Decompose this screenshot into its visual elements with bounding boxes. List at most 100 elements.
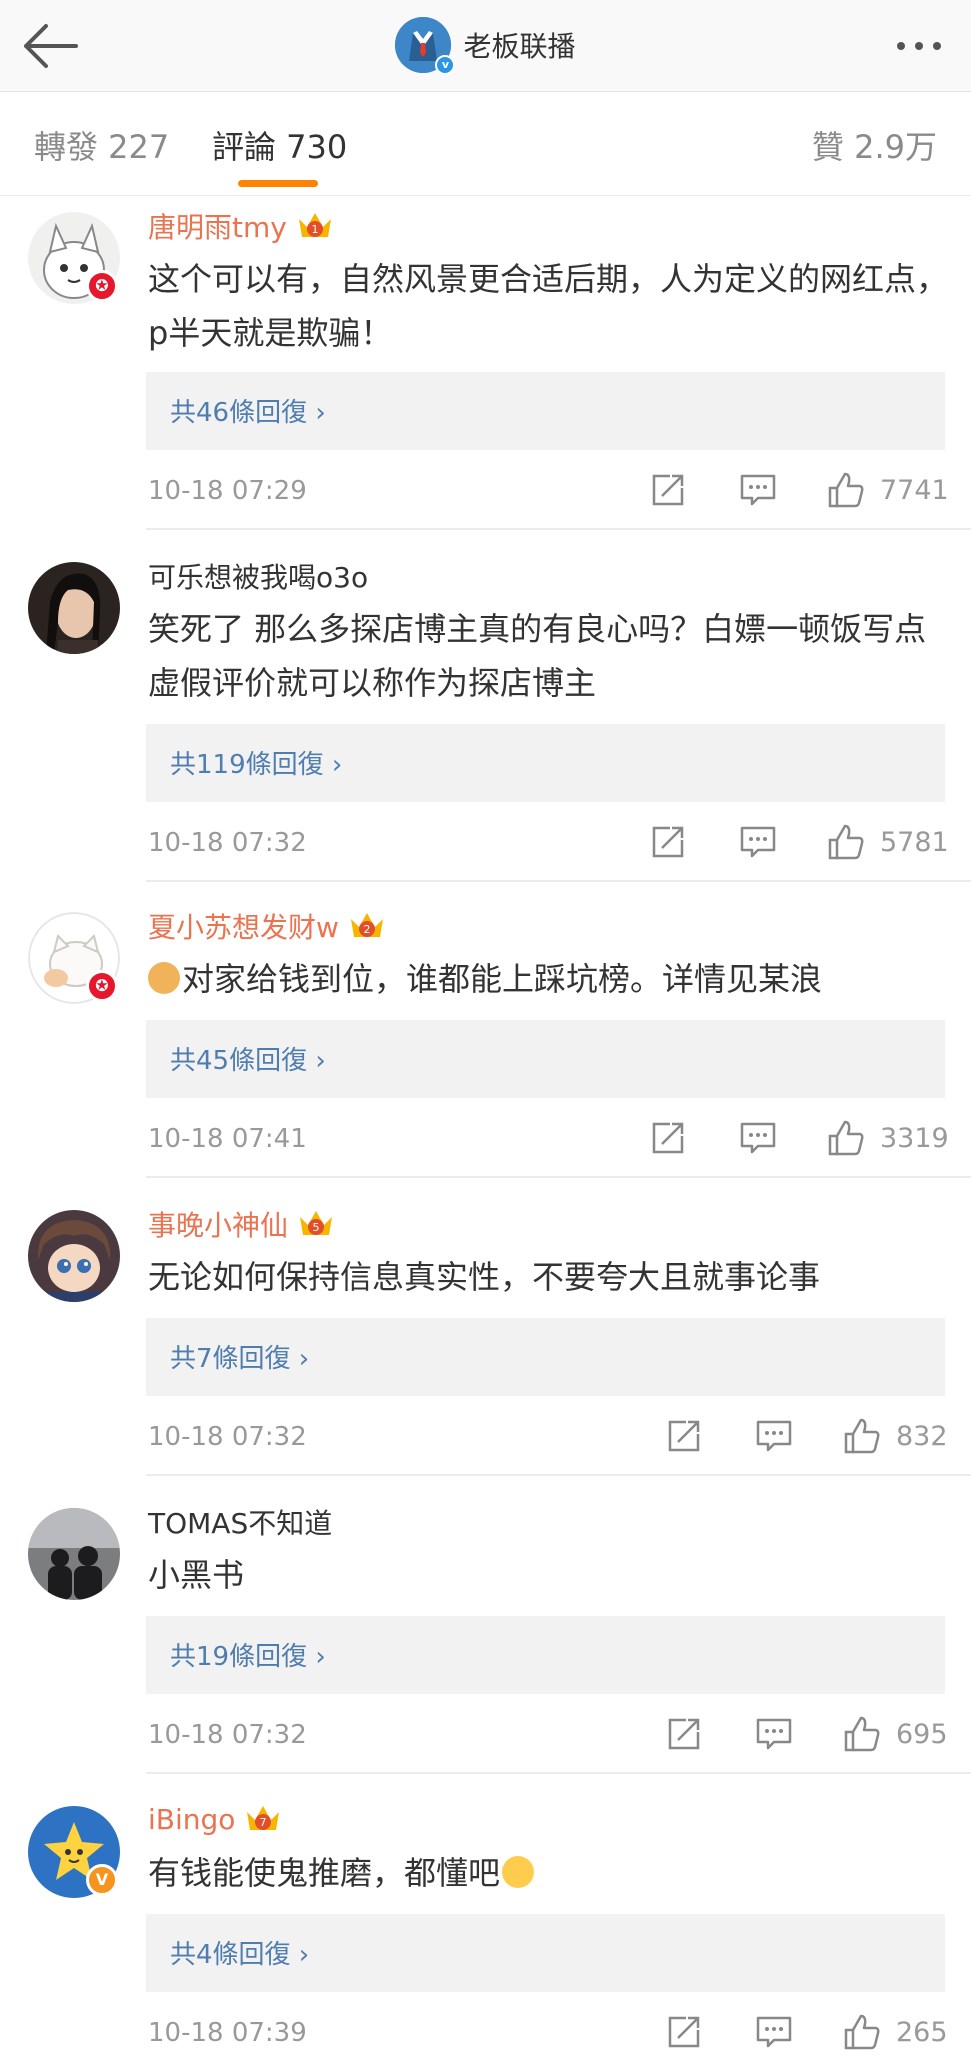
tab-reposts[interactable]: 轉發 227 (34, 122, 169, 168)
top-bar: v 老板联播 (0, 0, 971, 92)
replies-link[interactable]: 共46條回復 › (146, 372, 945, 450)
repost-icon[interactable] (648, 470, 688, 510)
comment-icon[interactable] (754, 1714, 794, 1754)
comment-timestamp: 10-18 07:32 (148, 1422, 307, 1452)
comment-item: ✪ 夏小苏想发财w 2 对家给钱到位，谁都能上踩坑榜。详情见某浪 共45條回復 … (0, 900, 971, 1178)
comment-item: 可乐想被我喝o3o 笑死了 那么多探店博主真的有良心吗？白嫖一顿饭写点虚假评价就… (0, 550, 971, 882)
replies-link[interactable]: 共4條回復 › (146, 1914, 945, 1992)
comment-username[interactable]: 唐明雨tmy 1 (148, 206, 335, 246)
divider (146, 1474, 971, 1476)
vip-level: 2 (363, 923, 370, 936)
replies-link[interactable]: 共19條回復 › (146, 1616, 945, 1694)
comment-item: V iBingo 7 有钱能使鬼推磨，都懂吧 共4條回復 › 10-18 07:… (0, 1794, 971, 2064)
divider (146, 880, 971, 882)
comment-icon[interactable] (738, 1118, 778, 1158)
comment-item: 事晚小神仙 5 无论如何保持信息真实性，不要夸大且就事论事 共7條回復 › 10… (0, 1198, 971, 1476)
comment-text: 有钱能使鬼推磨，都懂吧 (148, 1846, 948, 1900)
tab-bar: 轉發 227 評論 730 贊 2.9万 (0, 92, 971, 196)
like-button[interactable]: 3319 (826, 1118, 949, 1158)
comment-footer: 10-18 07:32 832 (148, 1412, 958, 1462)
vip-level: 5 (313, 1221, 320, 1234)
vip-crown-icon: 7 (247, 1806, 280, 1830)
page-title: 老板联播 (463, 30, 576, 63)
comment-timestamp: 10-18 07:29 (148, 476, 307, 506)
comment-footer: 10-18 07:32 5781 (148, 818, 958, 868)
like-button[interactable]: 832 (842, 1416, 948, 1456)
comment-icon[interactable] (738, 470, 778, 510)
like-button[interactable]: 7741 (826, 470, 949, 510)
comment-icon[interactable] (754, 1416, 794, 1456)
avatar[interactable] (28, 562, 120, 654)
comment-text-body: 有钱能使鬼推磨，都懂吧 (148, 1854, 501, 1892)
tab-comments[interactable]: 評論 730 (212, 122, 347, 168)
thumbs-up-icon (828, 472, 864, 508)
replies-link[interactable]: 共119條回復 › (146, 724, 945, 802)
replies-count: 共19條回復 › (170, 1642, 326, 1672)
like-count: 3319 (880, 1122, 949, 1154)
tab-likes[interactable]: 贊 2.9万 (812, 122, 937, 168)
comment-footer: 10-18 07:41 3319 (148, 1114, 958, 1164)
comment-timestamp: 10-18 07:39 (148, 2018, 307, 2048)
comment-username[interactable]: 事晚小神仙 5 (148, 1204, 336, 1244)
comment-item: ✪ 唐明雨tmy 1 这个可以有，自然风景更合适后期，人为定义的网红点，p半天就… (0, 200, 971, 530)
username-text: TOMAS不知道 (148, 1507, 333, 1540)
active-tab-indicator (238, 180, 318, 187)
comment-text: 笑死了 那么多探店博主真的有良心吗？白嫖一顿饭写点虚假评价就可以称作为探店博主 (148, 610, 927, 702)
username-text: 可乐想被我喝o3o (148, 561, 369, 594)
comment-text: 这个可以有，自然风景更合适后期，人为定义的网红点，p半天就是欺骗！ (148, 260, 949, 352)
divider (146, 1772, 971, 1774)
verified-badge-icon: v (435, 55, 456, 75)
doge-emoji-icon (148, 962, 180, 994)
account-avatar[interactable]: v (395, 17, 456, 75)
vip-crown-icon: 1 (298, 213, 331, 237)
like-button[interactable]: 5781 (826, 822, 949, 862)
thumbs-up-icon (844, 1418, 880, 1454)
repost-icon[interactable] (664, 1714, 704, 1754)
like-count: 7741 (880, 474, 949, 506)
more-dots-icon[interactable] (887, 14, 951, 78)
repost-icon[interactable] (664, 1416, 704, 1456)
vip-level: 1 (311, 223, 318, 236)
comment-text-body: 对家给钱到位，谁都能上踩坑榜。详情见某浪 (182, 960, 823, 998)
like-button[interactable]: 695 (842, 1714, 948, 1754)
comment-username[interactable]: TOMAS不知道 (148, 1502, 332, 1542)
comment-text: 小黑书 (148, 1556, 245, 1594)
replies-count: 共4條回復 › (170, 1940, 310, 1970)
replies-count: 共119條回復 › (170, 750, 343, 780)
like-count: 695 (896, 1718, 948, 1750)
comment-icon[interactable] (754, 2012, 794, 2052)
like-button[interactable]: 265 (842, 2012, 948, 2052)
divider (146, 528, 971, 530)
comment-timestamp: 10-18 07:41 (148, 1124, 307, 1154)
thumbs-up-icon (828, 824, 864, 860)
repost-icon[interactable] (664, 2012, 704, 2052)
username-text: 唐明雨tmy (148, 211, 287, 244)
comment-text: 无论如何保持信息真实性，不要夸大且就事论事 (148, 1258, 821, 1296)
comment-timestamp: 10-18 07:32 (148, 828, 307, 858)
divider (146, 1176, 971, 1178)
like-count: 832 (896, 1420, 948, 1452)
avatar[interactable] (28, 1508, 120, 1600)
replies-count: 共45條回復 › (170, 1046, 326, 1076)
avatar[interactable] (28, 1210, 120, 1302)
replies-link[interactable]: 共45條回復 › (146, 1020, 945, 1098)
verified-user-badge-icon: V (86, 1864, 118, 1896)
like-count: 5781 (880, 826, 949, 858)
username-text: iBingo (148, 1802, 236, 1836)
comment-username[interactable]: 可乐想被我喝o3o (148, 556, 368, 596)
replies-link[interactable]: 共7條回復 › (146, 1318, 945, 1396)
repost-icon[interactable] (648, 822, 688, 862)
replies-count: 共7條回復 › (170, 1344, 310, 1374)
comment-text: 对家给钱到位，谁都能上踩坑榜。详情见某浪 (148, 952, 948, 1006)
verified-user-badge-icon: ✪ (86, 970, 118, 1002)
page-title-group: v 老板联播 (0, 12, 971, 78)
vip-crown-icon: 2 (350, 913, 383, 937)
comment-footer: 10-18 07:39 265 (148, 2008, 958, 2058)
comment-icon[interactable] (738, 822, 778, 862)
grin-emoji-icon (502, 1856, 535, 1888)
comment-username[interactable]: iBingo 7 (148, 1800, 283, 1838)
like-count: 265 (896, 2016, 948, 2048)
comment-username[interactable]: 夏小苏想发财w 2 (148, 906, 387, 946)
repost-icon[interactable] (648, 1118, 688, 1158)
thumbs-up-icon (844, 1716, 880, 1752)
